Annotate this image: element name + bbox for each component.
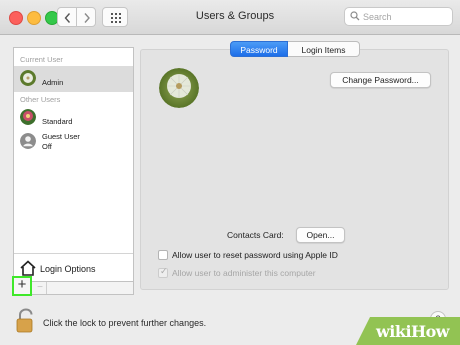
other-users-header: Other Users: [20, 95, 61, 104]
search-field[interactable]: [344, 7, 453, 26]
contacts-card-label: Contacts Card:: [227, 230, 284, 240]
tab-login-items[interactable]: Login Items: [288, 41, 360, 57]
back-button[interactable]: [57, 7, 77, 27]
checkmark-icon: ✓: [160, 266, 168, 276]
flower-avatar: [20, 109, 36, 125]
user-name: Admin: [42, 78, 64, 87]
reset-password-label: Allow user to reset password using Apple…: [172, 250, 338, 260]
grid-icon: [111, 13, 121, 23]
tab-bar: Password Login Items: [230, 41, 360, 57]
generic-user-icon: [20, 133, 36, 149]
administer-label: Allow user to administer this computer: [172, 268, 316, 278]
search-input[interactable]: [363, 10, 449, 23]
watermark-how: How: [411, 322, 450, 341]
add-user-button[interactable]: +: [12, 276, 32, 296]
show-all-button[interactable]: [102, 7, 128, 27]
forward-button[interactable]: [76, 7, 96, 27]
login-options-label: Login Options: [40, 264, 96, 274]
user-picture[interactable]: [159, 68, 199, 108]
user-status: Off: [42, 142, 52, 151]
lock-message: Click the lock to prevent further change…: [43, 318, 207, 328]
user-row-admin[interactable]: Admin: [14, 66, 133, 92]
administer-checkbox[interactable]: ✓: [158, 266, 168, 278]
change-password-button[interactable]: Change Password...: [330, 72, 431, 88]
watermark-wiki: wiki: [376, 322, 412, 341]
reset-password-checkbox[interactable]: [158, 250, 168, 260]
user-row-guest[interactable]: Guest User Off: [14, 129, 133, 155]
chevron-left-icon: [64, 13, 71, 23]
user-row-standard[interactable]: Standard: [14, 105, 133, 131]
button-divider: [46, 282, 47, 294]
window-title: Users & Groups: [195, 10, 275, 22]
house-icon: [20, 260, 36, 276]
current-user-header: Current User: [20, 55, 63, 64]
tab-password[interactable]: Password: [230, 41, 288, 57]
remove-user-button[interactable]: −: [35, 283, 45, 293]
close-window-button[interactable]: [9, 11, 23, 25]
user-name: Standard: [42, 117, 73, 126]
search-icon: [350, 11, 360, 21]
wikihow-watermark: wikiHow: [356, 315, 460, 345]
watermark-text: wikiHow: [376, 322, 450, 341]
user-name: Guest User: [42, 132, 80, 141]
chevron-right-icon: [84, 13, 90, 23]
title-bar: Users & Groups: [0, 0, 460, 35]
open-contacts-card-button[interactable]: Open...: [296, 227, 345, 243]
minimize-window-button[interactable]: [27, 11, 41, 25]
dandelion-avatar: [20, 70, 36, 86]
unlocked-padlock-icon[interactable]: [15, 308, 37, 334]
users-sidebar: Current User Admin Other Users Standard: [13, 47, 134, 282]
users-groups-window: Users & Groups Current User Admin Other …: [0, 0, 460, 345]
